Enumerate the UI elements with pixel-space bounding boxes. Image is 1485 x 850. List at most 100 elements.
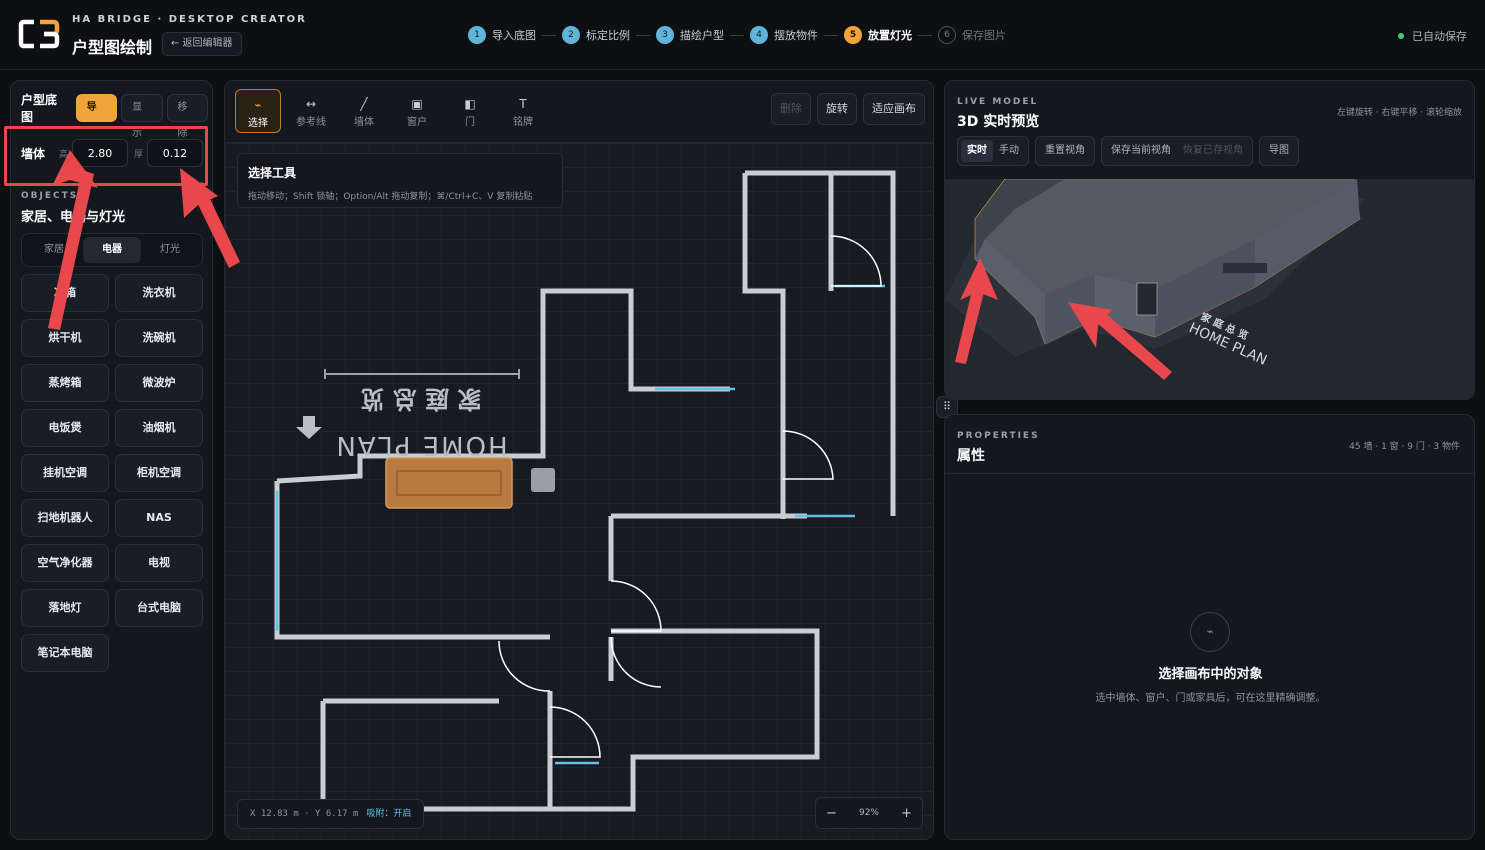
remove-button[interactable]: 移除	[166, 94, 208, 139]
page-title: 户型图绘制	[72, 38, 153, 57]
appliance-item[interactable]: 落地灯	[21, 589, 109, 627]
back-to-editor-button[interactable]: ← 返回编辑器	[162, 32, 242, 56]
zoom-control: − 92% +	[815, 797, 923, 829]
wall-segment[interactable]	[320, 701, 550, 812]
floorplan-canvas[interactable]: HOME PLAN 家 庭 总 览	[225, 143, 934, 840]
floorplan-drawing[interactable]: HOME PLAN 家 庭 总 览	[225, 143, 934, 840]
coordinate-text: X 12.83 m · Y 6.17 m	[250, 809, 359, 819]
reset-view-wrap: 重置视角	[1035, 136, 1095, 166]
appliance-item[interactable]: 冰箱	[21, 274, 109, 312]
manual-mode-button[interactable]: 手动	[993, 140, 1025, 162]
appliance-item[interactable]: 油烟机	[115, 409, 203, 447]
autosave-label: 已自动保存	[1412, 30, 1467, 43]
step-divider	[824, 34, 838, 36]
step-label: 描绘户型	[680, 29, 724, 42]
select-tool[interactable]: ⌁ 选择	[235, 89, 281, 133]
objects-title: 家居、电器与灯光	[21, 210, 126, 225]
empty-state-title: 选择画布中的对象	[1158, 667, 1263, 682]
appliance-item[interactable]: 微波炉	[115, 364, 203, 402]
step-5-active[interactable]: 5 放置灯光	[844, 26, 912, 44]
appliance-item[interactable]: 蒸烤箱	[21, 364, 109, 402]
empty-state-description: 选中墙体、窗户、门或家具后，可在这里精确调整。	[1095, 693, 1326, 704]
wall-segment[interactable]	[742, 173, 786, 519]
model-door	[1136, 282, 1158, 316]
door-swing[interactable]	[498, 640, 551, 692]
update-mode-toggle: 实时 手动	[957, 136, 1029, 166]
wall-segment[interactable]	[547, 628, 820, 812]
appliance-item[interactable]: 空气净化器	[21, 544, 109, 582]
step-2[interactable]: 2 标定比例	[562, 26, 630, 44]
step-3[interactable]: 3 描绘户型	[656, 26, 724, 44]
3d-preview-panel: LIVE MODEL 3D 实时预览 左键旋转 · 右键平移 · 滚轮缩放 实时…	[944, 80, 1475, 400]
objects-subtitle: OBJECTS	[21, 191, 79, 201]
nameplate-cn-text[interactable]: 家 庭 总 览	[360, 385, 481, 413]
appliance-item[interactable]: 挂机空调	[21, 454, 109, 492]
export-image-button[interactable]: 导图	[1263, 140, 1295, 162]
3d-model-viewport[interactable]: 家 庭 总 览 HOME PLAN	[945, 178, 1474, 399]
object-category-tabs: 家居 电器 灯光	[21, 233, 203, 267]
show-button[interactable]: 显示	[121, 94, 163, 139]
text-icon: T	[519, 97, 527, 111]
floorplan-label: 户型底图	[21, 93, 58, 124]
step-label: 导入底图	[492, 29, 536, 42]
zoom-out-button[interactable]: −	[826, 806, 837, 821]
door-swing[interactable]	[782, 430, 834, 480]
zoom-in-button[interactable]: +	[901, 806, 912, 821]
appliance-object[interactable]	[531, 468, 555, 492]
window-tool[interactable]: ▣ 窗户	[394, 89, 440, 133]
wall-tool[interactable]: ╱ 墙体	[341, 89, 387, 133]
appliance-item[interactable]: 洗衣机	[115, 274, 203, 312]
door-swing[interactable]	[610, 636, 662, 688]
guide-line-tool[interactable]: ↔ 参考线	[288, 89, 334, 133]
nameplate-en-text[interactable]: HOME PLAN	[334, 430, 507, 460]
import-button[interactable]: 导入	[75, 94, 118, 139]
zoom-level: 92%	[858, 808, 879, 818]
step-4[interactable]: 4 摆放物件	[750, 26, 818, 44]
appliance-item[interactable]: 柜机空调	[115, 454, 203, 492]
tab-furniture[interactable]: 家居	[25, 237, 83, 263]
step-6[interactable]: 6 保存图片	[938, 26, 1006, 44]
preview-title: 3D 实时预览	[957, 114, 1040, 130]
realtime-mode-button[interactable]: 实时	[961, 140, 993, 162]
floorplan-row: 户型底图 导入 显示 移除	[21, 91, 212, 139]
furniture-table[interactable]	[385, 457, 513, 509]
appliance-item[interactable]: NAS	[115, 499, 203, 537]
nameplate-tool[interactable]: T 铭牌	[500, 89, 546, 133]
cursor-icon: ⌁	[254, 98, 262, 112]
appliance-item[interactable]: 洗碗机	[115, 319, 203, 357]
appliance-item[interactable]: 台式电脑	[115, 589, 203, 627]
preview-button-row: 实时 手动 重置视角 保存当前视角 恢复已存视角 导图	[957, 136, 1305, 166]
step-1[interactable]: 1 导入底图	[468, 26, 536, 44]
appliance-item[interactable]: 烘干机	[21, 319, 109, 357]
tab-lights[interactable]: 灯光	[141, 237, 199, 263]
status-dot-icon	[1398, 33, 1404, 39]
appliance-item[interactable]: 扫地机器人	[21, 499, 109, 537]
appliance-item[interactable]: 笔记本电脑	[21, 634, 109, 672]
door-tool[interactable]: ◧ 门	[447, 89, 493, 133]
cursor-icon: ⌁	[1190, 612, 1230, 652]
left-sidebar: 户型底图 导入 显示 移除 墙体 高 厚 OBJECTS 家居、电器与灯光 家居…	[10, 80, 213, 840]
properties-divider	[945, 473, 1476, 474]
view-save-group: 保存当前视角 恢复已存视角	[1101, 136, 1253, 166]
step-indicator: 1 导入底图 2 标定比例 3 描绘户型 4 摆放物件 5 放置灯光 6 保存图片	[468, 25, 1006, 45]
snap-toggle[interactable]: 吸附：开启	[366, 809, 411, 819]
rotate-button[interactable]: 旋转	[817, 93, 857, 125]
tab-appliances[interactable]: 电器	[83, 237, 141, 263]
fit-canvas-button[interactable]: 适应画布	[863, 93, 925, 125]
step-label: 放置灯光	[868, 29, 912, 42]
delete-button[interactable]: 删除	[771, 93, 811, 125]
step-label: 摆放物件	[774, 29, 818, 42]
restore-view-button[interactable]: 恢复已存视角	[1177, 140, 1249, 162]
wall-segment[interactable]	[745, 170, 896, 516]
door-swing[interactable]	[549, 706, 601, 758]
autosave-status: 已自动保存	[1398, 28, 1467, 44]
drawing-canvas-panel: ⌁选择 ↔参考线 ╱墙体 ▣窗户 ◧门 T铭牌 删除 旋转 适应画布	[224, 80, 934, 840]
door-swing[interactable]	[610, 580, 662, 632]
reset-view-button[interactable]: 重置视角	[1039, 140, 1091, 162]
appliance-item[interactable]: 电视	[115, 544, 203, 582]
appliance-item[interactable]: 电饭煲	[21, 409, 109, 447]
preview-controls-hint: 左键旋转 · 右键平移 · 滚轮缩放	[1336, 108, 1462, 118]
brand-subtitle: HA BRIDGE · DESKTOP CREATOR	[72, 14, 307, 25]
door-swing[interactable]	[830, 235, 882, 287]
save-view-button[interactable]: 保存当前视角	[1105, 140, 1177, 162]
